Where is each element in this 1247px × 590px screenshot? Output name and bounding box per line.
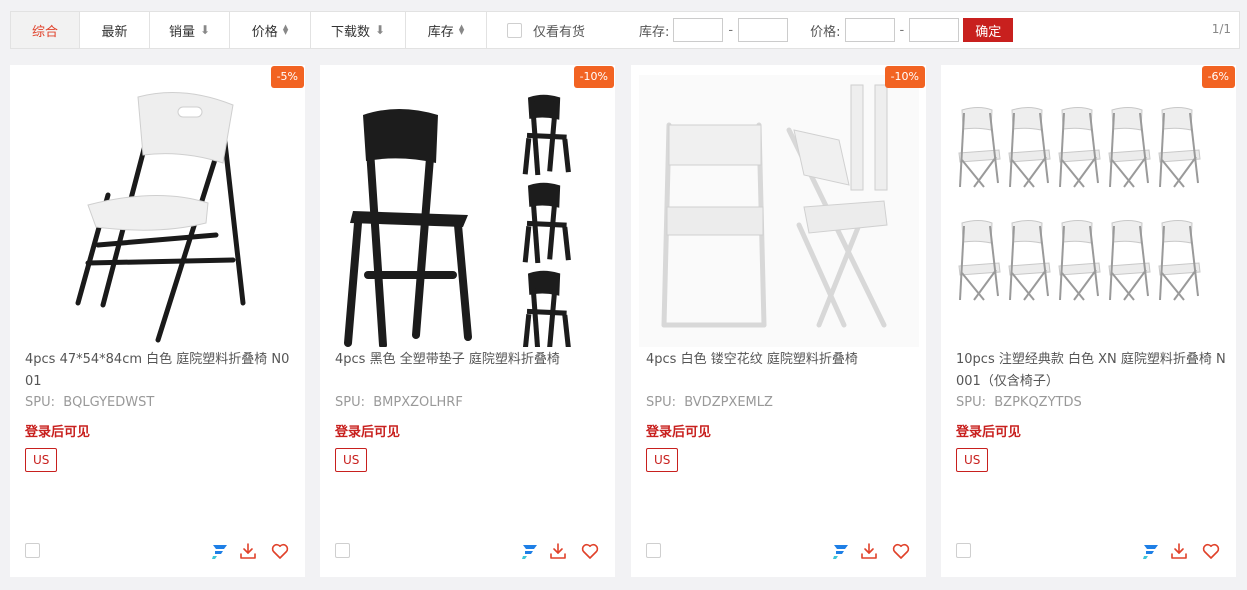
product-title[interactable]: 4pcs 白色 镂空花纹 庭院塑料折叠椅: [646, 349, 916, 371]
product-image[interactable]: [328, 75, 608, 347]
login-to-view-price[interactable]: 登录后可见: [335, 421, 400, 440]
sort-stock-label: 库存: [427, 24, 454, 40]
select-product-checkbox[interactable]: [646, 543, 661, 558]
sort-stock-button[interactable]: 库存 ▲ ▼: [406, 12, 487, 48]
range-dash: -: [899, 22, 905, 38]
spu-label: SPU:: [646, 395, 676, 410]
product-image[interactable]: [639, 75, 919, 347]
login-to-view-price[interactable]: 登录后可见: [646, 421, 711, 440]
discount-badge: -6%: [1201, 66, 1235, 88]
in-stock-checkbox[interactable]: [507, 22, 522, 38]
sort-newest-label: 最新: [101, 24, 128, 40]
favorite-heart-icon[interactable]: [270, 541, 290, 561]
sort-sales-label: 销量: [168, 24, 195, 40]
discount-badge: -5%: [270, 66, 304, 88]
price-max-input[interactable]: [909, 18, 960, 42]
product-spu: SPU: BQLGYEDWST: [25, 395, 154, 410]
product-card[interactable]: -6% 10pcs 注塑经典款 白色 XN 庭院塑料折叠椅 N001（仅含椅子）…: [941, 65, 1236, 577]
product-spu: SPU: BVDZPXEMLZ: [646, 395, 773, 410]
price-range-label: 价格:: [810, 24, 841, 40]
region-tag: US: [956, 448, 989, 472]
spu-code: BQLGYEDWST: [63, 395, 155, 410]
product-card[interactable]: -10% 4pcs 黑色 全塑带垫子 庭院塑料折叠椅 SPU: BMPXZOLH…: [320, 65, 615, 577]
page-indicator: 1/1: [1211, 22, 1231, 36]
download-icon[interactable]: [548, 541, 568, 561]
product-title[interactable]: 4pcs 黑色 全塑带垫子 庭院塑料折叠椅: [335, 349, 605, 371]
sort-sales-button[interactable]: 销量 ⬇: [150, 12, 230, 48]
sort-updown-icon: ▲ ▼: [458, 23, 465, 36]
spu-code: BZPKQZYTDS: [994, 395, 1082, 410]
in-stock-label: 仅看有货: [533, 24, 586, 40]
select-product-checkbox[interactable]: [956, 543, 971, 558]
sort-comprehensive-button[interactable]: 综合: [11, 12, 80, 48]
arrow-down-icon: ⬇: [374, 23, 386, 37]
stock-range-label: 库存:: [639, 24, 670, 40]
sort-downloads-button[interactable]: 下载数 ⬇: [311, 12, 406, 48]
publish-f-icon[interactable]: [210, 541, 230, 561]
stock-range-filter: 库存: -: [639, 12, 789, 48]
product-card[interactable]: -5% 4pcs 47*54*84cm 白色 庭院塑料折叠椅 N001 SPU:…: [10, 65, 305, 577]
spu-label: SPU:: [956, 395, 986, 410]
sort-comprehensive-label: 综合: [31, 24, 58, 40]
in-stock-only-toggle[interactable]: 仅看有货: [507, 12, 585, 48]
spu-label: SPU:: [335, 395, 365, 410]
sort-price-label: 价格: [251, 24, 278, 40]
region-tag: US: [335, 448, 368, 472]
download-icon[interactable]: [859, 541, 879, 561]
login-to-view-price[interactable]: 登录后可见: [956, 421, 1021, 440]
favorite-heart-icon[interactable]: [1201, 541, 1221, 561]
product-image[interactable]: [949, 75, 1229, 347]
sort-downloads-label: 下载数: [330, 24, 370, 40]
arrow-down-icon: ⬇: [199, 23, 211, 37]
login-to-view-price[interactable]: 登录后可见: [25, 421, 90, 440]
spu-code: BMPXZOLHRF: [373, 395, 463, 410]
price-min-input[interactable]: [844, 18, 895, 42]
region-tag: US: [646, 448, 679, 472]
confirm-filter-button[interactable]: 确定: [963, 18, 1014, 42]
stock-max-input[interactable]: [738, 18, 789, 42]
select-product-checkbox[interactable]: [335, 543, 350, 558]
favorite-heart-icon[interactable]: [580, 541, 600, 561]
product-spu: SPU: BMPXZOLHRF: [335, 395, 463, 410]
product-title[interactable]: 4pcs 47*54*84cm 白色 庭院塑料折叠椅 N001: [25, 349, 295, 393]
favorite-heart-icon[interactable]: [891, 541, 911, 561]
price-range-filter: 价格: - 确定: [810, 12, 1014, 48]
sort-price-button[interactable]: 价格 ▲ ▼: [230, 12, 311, 48]
spu-code: BVDZPXEMLZ: [684, 395, 773, 410]
product-spu: SPU: BZPKQZYTDS: [956, 395, 1082, 410]
sort-updown-icon: ▲ ▼: [282, 23, 289, 36]
spu-label: SPU:: [25, 395, 55, 410]
product-image[interactable]: [18, 75, 298, 347]
discount-badge: -10%: [573, 66, 614, 88]
stock-min-input[interactable]: [673, 18, 724, 42]
sort-newest-button[interactable]: 最新: [80, 12, 150, 48]
product-title[interactable]: 10pcs 注塑经典款 白色 XN 庭院塑料折叠椅 N001（仅含椅子）: [956, 349, 1226, 393]
select-product-checkbox[interactable]: [25, 543, 40, 558]
region-tag: US: [25, 448, 58, 472]
publish-f-icon[interactable]: [520, 541, 540, 561]
publish-f-icon[interactable]: [1141, 541, 1161, 561]
download-icon[interactable]: [238, 541, 258, 561]
discount-badge: -10%: [884, 66, 925, 88]
sort-filter-toolbar: 综合 最新 销量 ⬇ 价格 ▲ ▼ 下载数 ⬇ 库存 ▲ ▼ 仅看有货 库存: - …: [10, 11, 1240, 49]
download-icon[interactable]: [1169, 541, 1189, 561]
product-card[interactable]: -10% 4pcs 白色 镂空花纹 庭院塑料折叠椅 SPU: BVDZPXEML…: [631, 65, 926, 577]
range-dash: -: [728, 22, 734, 38]
publish-f-icon[interactable]: [831, 541, 851, 561]
